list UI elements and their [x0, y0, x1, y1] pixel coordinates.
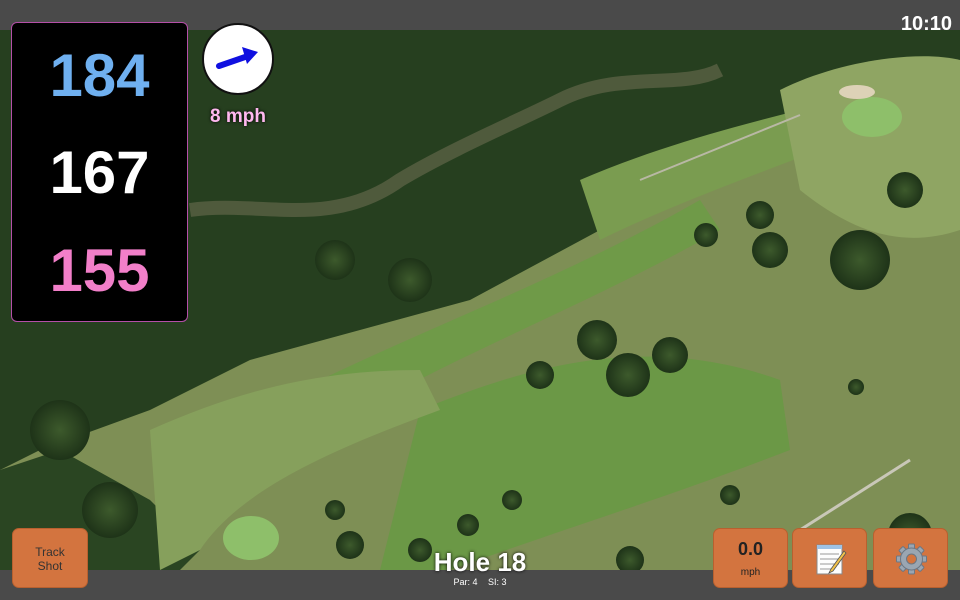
track-shot-button[interactable]: Track Shot [12, 528, 88, 588]
wind-speed-unit: mph [740, 567, 761, 578]
wind-speed-value: 0.0 [737, 539, 764, 559]
distance-back: 184 [49, 42, 150, 109]
settings-button[interactable] [873, 528, 948, 588]
wind-speed-button[interactable]: 0.0 mph [713, 528, 788, 588]
distance-center: 167 [49, 139, 150, 206]
hole-title: Hole 18 [433, 547, 527, 577]
hole-info: Par: 4 SI: 3 [380, 577, 580, 587]
scorecard-notes-button[interactable] [792, 528, 867, 588]
gear-icon [896, 543, 927, 575]
hole-par: Par: 4 [453, 577, 478, 587]
notepad-icon [816, 544, 847, 575]
distance-front: 155 [49, 237, 150, 304]
track-shot-label: Track Shot [35, 545, 65, 573]
hole-stroke-index: SI: 3 [488, 577, 507, 587]
wind-indicator [202, 23, 274, 95]
wind-direction-arrow-icon [216, 47, 258, 69]
wind-speed-label: 8 mph [210, 106, 266, 127]
distance-panel: 184 167 155 [11, 22, 188, 322]
